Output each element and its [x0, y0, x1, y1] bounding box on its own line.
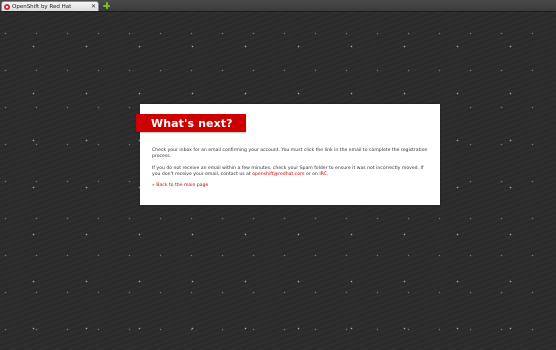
back-to-main-link[interactable]: » Back to the main page	[152, 183, 432, 189]
page-title: What's next?	[151, 116, 233, 130]
heading-banner: What's next?	[136, 114, 246, 132]
new-tab-button[interactable]	[102, 1, 111, 10]
email-link[interactable]: openshift@redhat.com	[252, 172, 304, 177]
confirmation-paragraph: Check your inbox for an email confirming…	[152, 148, 428, 160]
tab-title: OpenShift by Red Hat	[12, 3, 72, 10]
confirmation-card: What's next? Check your inbox for an ema…	[136, 104, 440, 205]
browser-tab-bar: OpenShift by Red Hat ✕	[0, 0, 556, 12]
spam-paragraph: If you do not receive an email within a …	[152, 165, 424, 177]
redhat-favicon-icon	[4, 3, 10, 10]
card-body: Check your inbox for an email confirming…	[152, 148, 432, 194]
close-tab-icon[interactable]: ✕	[91, 3, 96, 10]
browser-tab[interactable]: OpenShift by Red Hat ✕	[1, 1, 99, 11]
irc-link[interactable]: IRC	[319, 172, 327, 177]
